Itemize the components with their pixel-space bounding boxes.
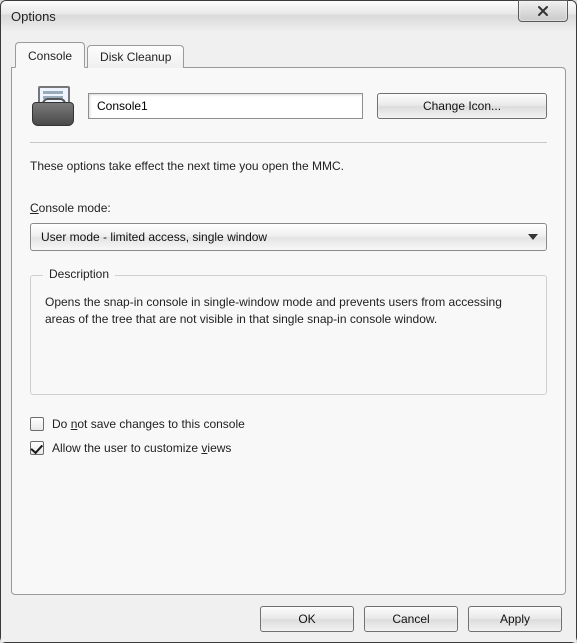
tab-label: Disk Cleanup xyxy=(100,50,171,64)
chevron-down-icon xyxy=(528,234,538,240)
tab-panel-console: Change Icon... These options take effect… xyxy=(11,67,566,595)
intro-text: These options take effect the next time … xyxy=(30,159,547,173)
checkbox-dont-save[interactable] xyxy=(30,417,44,431)
close-button[interactable] xyxy=(518,0,568,22)
checkbox-row-dont-save[interactable]: Do not save changes to this console xyxy=(30,417,547,431)
window-title: Options xyxy=(11,9,56,24)
titlebar[interactable]: Options xyxy=(1,1,576,32)
client-area: Console Disk Cleanup Change Icon... Thes… xyxy=(1,31,576,642)
dialog-button-row: OK Cancel Apply xyxy=(260,606,562,632)
apply-button[interactable]: Apply xyxy=(468,606,562,632)
cancel-button[interactable]: Cancel xyxy=(364,606,458,632)
console-mode-combobox[interactable]: User mode - limited access, single windo… xyxy=(30,223,547,251)
console-name-input[interactable] xyxy=(88,93,363,119)
description-groupbox: Description Opens the snap-in console in… xyxy=(30,275,547,395)
checkbox-label: Do not save changes to this console xyxy=(52,417,245,431)
tabstrip: Console Disk Cleanup xyxy=(11,41,566,67)
checkbox-row-allow-custom[interactable]: Allow the user to customize views xyxy=(30,441,547,455)
change-icon-button[interactable]: Change Icon... xyxy=(377,93,547,119)
tab-label: Console xyxy=(28,49,72,63)
separator xyxy=(30,142,547,143)
tab-console[interactable]: Console xyxy=(15,42,85,68)
tab-disk-cleanup[interactable]: Disk Cleanup xyxy=(87,45,184,68)
checkbox-allow-custom-views[interactable] xyxy=(30,441,44,455)
console-mode-selected: User mode - limited access, single windo… xyxy=(41,230,267,244)
ok-button[interactable]: OK xyxy=(260,606,354,632)
console-icon xyxy=(30,84,74,128)
description-text: Opens the snap-in console in single-wind… xyxy=(45,294,532,329)
checkbox-label: Allow the user to customize views xyxy=(52,441,231,455)
console-header-row: Change Icon... xyxy=(30,84,547,128)
options-dialog: Options Console Disk Cleanup xyxy=(0,0,577,643)
close-icon xyxy=(537,5,549,17)
description-legend: Description xyxy=(43,267,115,281)
console-mode-label: Console mode: xyxy=(30,201,547,215)
